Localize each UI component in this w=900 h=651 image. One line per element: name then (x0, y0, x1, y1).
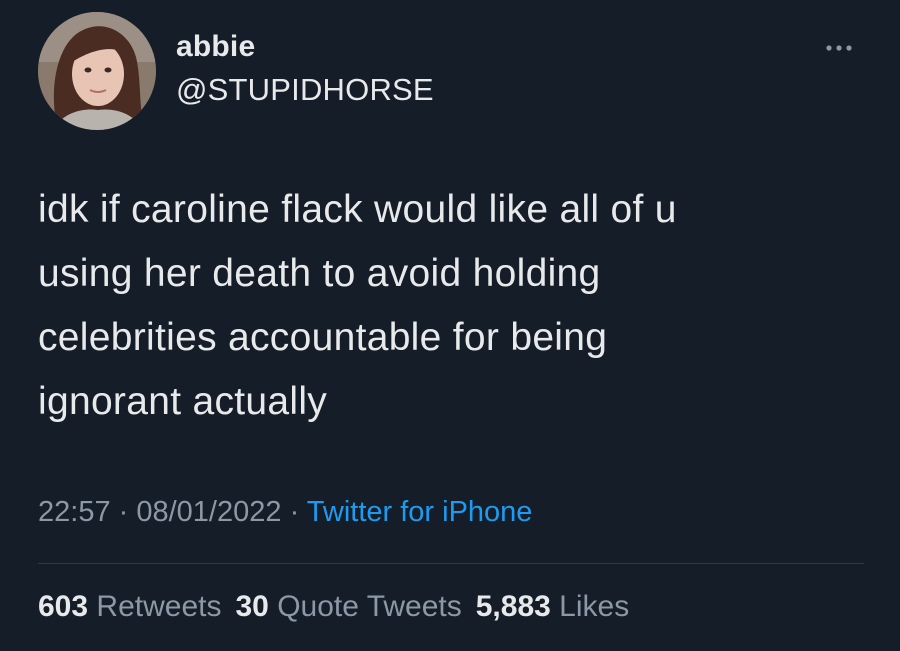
quote-tweets-count: 30 (235, 590, 269, 623)
tweet-time[interactable]: 22:57 (38, 496, 111, 528)
retweets-count: 603 (38, 590, 89, 623)
retweets-label: Retweets (96, 590, 222, 623)
meta-separator: · (281, 496, 307, 528)
tweet-date[interactable]: 08/01/2022 (136, 496, 281, 528)
quote-tweets-stat[interactable]: 30 Quote Tweets (235, 590, 461, 623)
divider (38, 563, 864, 564)
user-handle[interactable]: @STUPIDHORSE (176, 72, 434, 108)
meta-separator: · (110, 496, 137, 528)
display-name[interactable]: abbie (176, 30, 255, 64)
avatar[interactable] (38, 12, 156, 130)
likes-label: Likes (559, 590, 630, 623)
retweets-stat[interactable]: 603 Retweets (38, 590, 221, 623)
more-options-button[interactable] (820, 36, 866, 60)
likes-count: 5,883 (475, 590, 551, 623)
more-dots-icon (826, 45, 852, 51)
likes-stat[interactable]: 5,883 Likes (476, 590, 629, 623)
tweet-text: idk if caroline flack would like all of … (38, 188, 677, 423)
tweet-meta: 22:57 · 08/01/2022 · Twitter for iPhone (38, 496, 532, 529)
tweet-card: abbie @STUPIDHORSE idk if caroline flack… (0, 0, 900, 651)
tweet-source-link[interactable]: Twitter for iPhone (307, 496, 533, 528)
tweet-stats: 603 Retweets 30 Quote Tweets 5,883 Likes (38, 590, 643, 624)
quote-tweets-label: Quote Tweets (277, 590, 462, 623)
profile-photo-icon (38, 12, 156, 130)
